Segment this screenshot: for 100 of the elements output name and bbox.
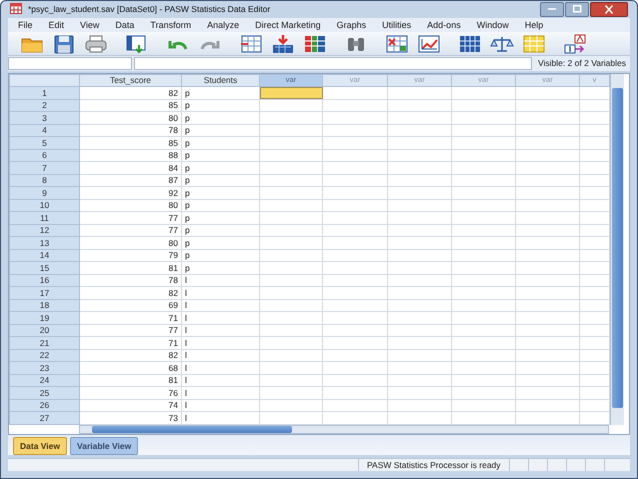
table-cell[interactable] [260, 399, 322, 412]
menu-item[interactable]: Help [518, 20, 550, 30]
table-cell[interactable] [260, 286, 322, 300]
close-button[interactable] [590, 2, 628, 17]
row-header[interactable]: 1 [10, 86, 80, 100]
menu-item[interactable]: Window [470, 20, 515, 30]
row-header[interactable]: 12 [10, 224, 80, 237]
row-header[interactable]: 3 [10, 112, 80, 124]
table-cell[interactable] [260, 412, 322, 424]
row-header[interactable]: 9 [10, 186, 80, 200]
table-cell[interactable] [452, 86, 516, 100]
row-header[interactable]: 23 [10, 362, 80, 374]
maximize-button[interactable] [565, 2, 589, 17]
row-header[interactable]: 2 [10, 99, 80, 112]
table-cell[interactable] [260, 162, 322, 174]
table-cell[interactable] [260, 262, 322, 274]
table-cell: 77 [80, 212, 182, 224]
menu-item[interactable]: File [12, 20, 39, 30]
menu-item[interactable]: Graphs [330, 20, 372, 30]
menu-item[interactable]: Direct Marketing [249, 20, 327, 30]
row-header[interactable]: 8 [10, 174, 80, 187]
table-cell[interactable] [260, 386, 322, 400]
table-cell: 68 [80, 362, 182, 374]
row-header[interactable]: 5 [10, 136, 80, 150]
column-header[interactable]: Test_score [80, 74, 182, 87]
active-cell[interactable] [260, 86, 322, 100]
menu-item[interactable]: View [74, 20, 106, 30]
row-header[interactable]: 13 [10, 236, 80, 250]
row-header[interactable]: 25 [10, 386, 80, 400]
table-cell[interactable] [260, 362, 322, 374]
table-cell[interactable] [260, 212, 322, 224]
table-cell: 80 [80, 199, 182, 212]
row-header[interactable]: 22 [10, 349, 80, 362]
view-tab[interactable]: Variable View [70, 436, 138, 455]
table-cell: l [182, 412, 260, 424]
menu-item[interactable]: Data [109, 20, 140, 30]
table-cell[interactable] [322, 86, 388, 100]
menu-item[interactable]: Transform [144, 20, 198, 30]
labels-icon[interactable] [563, 32, 587, 54]
row-header[interactable]: 17 [10, 286, 80, 300]
table-cell: 73 [80, 412, 182, 424]
table-cell[interactable] [260, 324, 322, 337]
table-cell: 84 [80, 162, 182, 174]
table-cell[interactable] [260, 112, 322, 124]
row-header[interactable]: 19 [10, 312, 80, 324]
table-cell[interactable] [260, 136, 322, 150]
table-cell: p [182, 199, 260, 212]
row-header[interactable]: 6 [10, 149, 80, 162]
row-header[interactable]: 14 [10, 249, 80, 262]
row-header[interactable]: 16 [10, 274, 80, 287]
column-header[interactable]: Students [182, 74, 260, 87]
minimize-button[interactable] [540, 2, 564, 17]
table-cell[interactable] [260, 174, 322, 187]
row-header[interactable]: 26 [10, 399, 80, 412]
table-cell: p [182, 136, 260, 150]
row-header[interactable]: 20 [10, 324, 80, 337]
printer-icon[interactable] [84, 32, 108, 54]
table-cell[interactable] [260, 124, 322, 137]
table-cell[interactable] [260, 274, 322, 287]
table-cell[interactable] [388, 86, 452, 100]
table-cell[interactable] [260, 149, 322, 162]
menu-item[interactable]: Edit [42, 20, 70, 30]
row-header[interactable]: 10 [10, 199, 80, 212]
table-cell[interactable] [516, 86, 580, 100]
vertical-scrollbar[interactable] [610, 74, 624, 425]
table-cell: p [182, 99, 260, 112]
table-cell[interactable] [260, 249, 322, 262]
row-header[interactable]: 24 [10, 374, 80, 387]
row-header[interactable]: 18 [10, 299, 80, 312]
table-cell: 74 [80, 399, 182, 412]
table-cell[interactable] [260, 312, 322, 324]
table-cell[interactable] [260, 99, 322, 112]
view-tab[interactable]: Data View [13, 436, 68, 455]
table-cell[interactable] [260, 299, 322, 312]
table-cell[interactable] [260, 199, 322, 212]
row-header[interactable]: 7 [10, 162, 80, 174]
table-cell[interactable] [260, 349, 322, 362]
table-cell[interactable] [260, 186, 322, 200]
menu-item[interactable]: Analyze [201, 20, 246, 30]
table-cell[interactable] [260, 236, 322, 250]
menu-item[interactable]: Add-ons [421, 20, 467, 30]
table-cell[interactable] [260, 336, 322, 350]
table-cell: p [182, 236, 260, 250]
row-header[interactable]: 15 [10, 262, 80, 274]
row-header[interactable]: 27 [10, 412, 80, 424]
cell-name-field[interactable] [8, 56, 132, 70]
grid-icon[interactable] [385, 32, 409, 54]
row-header[interactable]: 4 [10, 124, 80, 137]
cell-value-field[interactable] [134, 56, 532, 70]
insert-icon[interactable] [271, 32, 295, 54]
maximize-icon [572, 5, 582, 14]
menu-item[interactable]: Utilities [376, 20, 418, 30]
table-cell[interactable] [260, 224, 322, 237]
table-icon[interactable] [239, 32, 263, 54]
table-cell[interactable] [260, 374, 322, 387]
row-header[interactable]: 21 [10, 336, 80, 350]
chart-icon[interactable] [417, 32, 441, 54]
row-header[interactable]: 11 [10, 212, 80, 224]
save-icon[interactable] [52, 32, 76, 54]
table-cell: 82 [80, 286, 182, 300]
